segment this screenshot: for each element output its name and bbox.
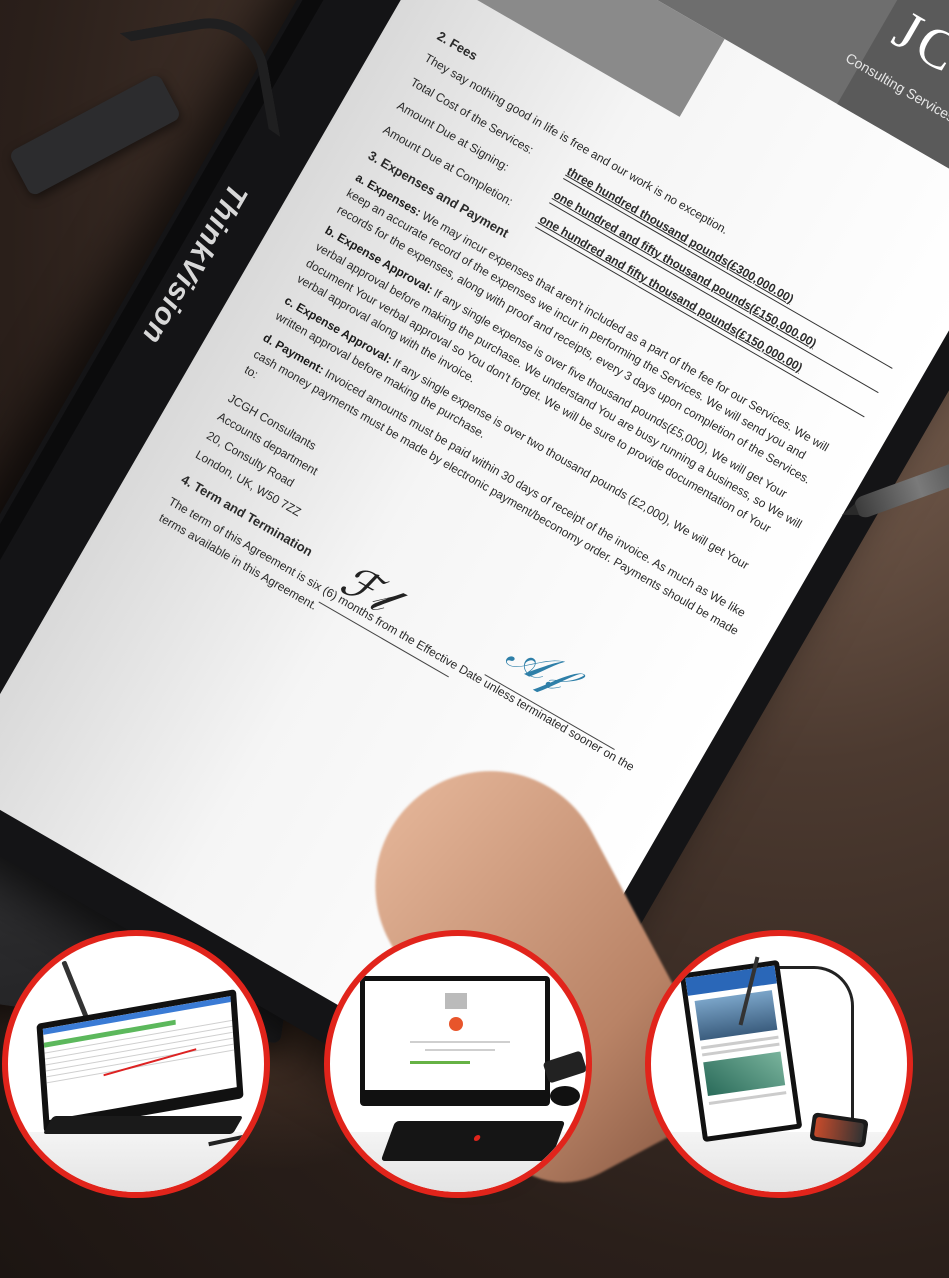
thumbnail-pen-annotation xyxy=(2,930,270,1198)
user-icon xyxy=(445,993,467,1009)
monitor-landscape xyxy=(360,976,550,1106)
progress-bar xyxy=(410,1061,470,1064)
monitor-stand xyxy=(42,1116,244,1134)
monitor-spreadsheet xyxy=(36,989,244,1133)
thumbnail-desktop-setup xyxy=(324,930,592,1198)
monitor-screen-spreadsheet xyxy=(42,996,237,1120)
keyboard xyxy=(380,1121,566,1161)
text-line xyxy=(425,1049,495,1051)
monitor-screen-login xyxy=(365,981,545,1090)
thumbnail-floor xyxy=(651,1132,907,1192)
article-image xyxy=(694,990,778,1041)
thumbnail-portrait-mode xyxy=(645,930,913,1198)
mouse xyxy=(550,1086,580,1106)
photo-scene: ThinkVision JCGH Consulting Services Agr… xyxy=(0,0,949,1278)
text-line xyxy=(410,1041,510,1043)
avatar xyxy=(449,1017,463,1031)
trackpoint xyxy=(473,1135,482,1141)
article-image xyxy=(703,1051,786,1097)
monitor-screen-article xyxy=(685,965,797,1137)
